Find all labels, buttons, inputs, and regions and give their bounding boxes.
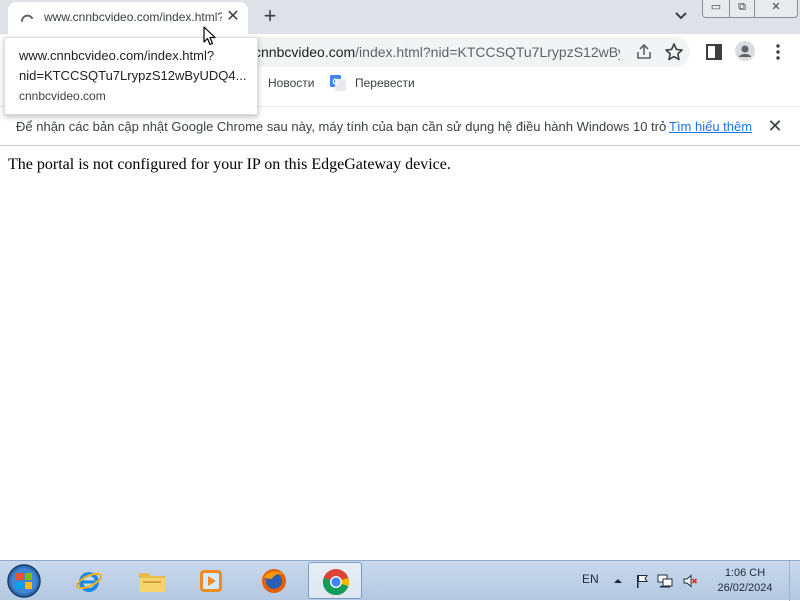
bookmark-label: Перевести	[355, 76, 415, 90]
media-player-icon	[200, 570, 222, 592]
infobar-message: Để nhận các bản cập nhật Google Chrome s…	[16, 119, 666, 134]
show-desktop-button[interactable]	[789, 561, 800, 601]
bookmark-label: Новости	[268, 76, 315, 90]
tab-close-icon[interactable]: ✕	[224, 8, 242, 26]
tab-strip: www.cnnbcvideo.com/index.html?nid=KTCCSQ…	[0, 0, 800, 34]
windows-taskbar: EN 1:06 CH 26/02/2024	[0, 560, 800, 601]
address-bar[interactable]: cnnbcvideo.com/index.html?nid=KTCCSQTu7L…	[210, 37, 690, 67]
firefox-icon	[262, 569, 286, 593]
address-url[interactable]: cnnbcvideo.com/index.html?nid=KTCCSQTu7L…	[210, 44, 620, 60]
taskbar-media-player[interactable]	[184, 562, 238, 599]
network-icon[interactable]	[657, 573, 673, 589]
chevron-down-icon[interactable]	[672, 6, 690, 24]
infobar-close-icon[interactable]: ✕	[766, 117, 784, 135]
language-indicator[interactable]: EN	[582, 572, 599, 586]
address-host: cnnbcvideo.com	[254, 44, 356, 60]
action-center-flag-icon[interactable]	[634, 573, 650, 589]
bookmark-star-icon[interactable]	[664, 42, 684, 62]
side-panel-icon[interactable]	[704, 42, 724, 62]
volume-muted-icon[interactable]	[682, 573, 698, 589]
taskbar-chrome[interactable]	[308, 562, 362, 599]
page-message: The portal is not configured for your IP…	[8, 156, 451, 173]
address-path: /index.html?nid=KTCCSQTu7LrypzS12wBy...	[355, 44, 620, 60]
clock-time: 1:06 CH	[724, 567, 766, 579]
restore-button[interactable]: ⧉	[729, 0, 755, 18]
svg-text:G: G	[333, 78, 339, 87]
translate-icon: G	[330, 75, 346, 91]
show-hidden-icons-icon[interactable]	[610, 573, 626, 589]
start-button-icon[interactable]	[6, 563, 42, 599]
new-tab-button[interactable]: +	[258, 4, 282, 28]
mouse-cursor-icon	[203, 26, 216, 46]
folder-icon	[139, 573, 165, 592]
hover-card-title-line2: nid=KTCCSQTu7LrypzS12wByUDQ4...	[19, 68, 247, 83]
window-close-button[interactable]: ✕	[754, 0, 798, 18]
hover-card-domain: cnnbcvideo.com	[19, 89, 106, 103]
learn-more-link[interactable]: Tìm hiểu thêm	[669, 119, 752, 134]
taskbar-internet-explorer[interactable]	[62, 562, 116, 599]
minimize-button[interactable]: ▭	[702, 0, 730, 18]
tab-title: www.cnnbcvideo.com/index.html?nid=KTCCSQ…	[44, 10, 222, 24]
loading-spinner-icon	[21, 14, 33, 22]
tab-hover-card: www.cnnbcvideo.com/index.html? nid=KTCCS…	[4, 37, 258, 115]
chrome-icon	[322, 569, 349, 596]
internet-explorer-icon	[76, 572, 102, 592]
profile-avatar-icon[interactable]	[735, 41, 755, 61]
taskbar-firefox[interactable]	[247, 562, 301, 599]
hover-card-title-line1: www.cnnbcvideo.com/index.html?	[19, 48, 215, 63]
share-icon[interactable]	[634, 42, 654, 62]
clock-date: 26/02/2024	[717, 582, 773, 594]
menu-kebab-icon[interactable]	[768, 42, 788, 62]
taskbar-file-explorer[interactable]	[124, 562, 178, 599]
taskbar-clock[interactable]: 1:06 CH 26/02/2024	[706, 566, 784, 596]
